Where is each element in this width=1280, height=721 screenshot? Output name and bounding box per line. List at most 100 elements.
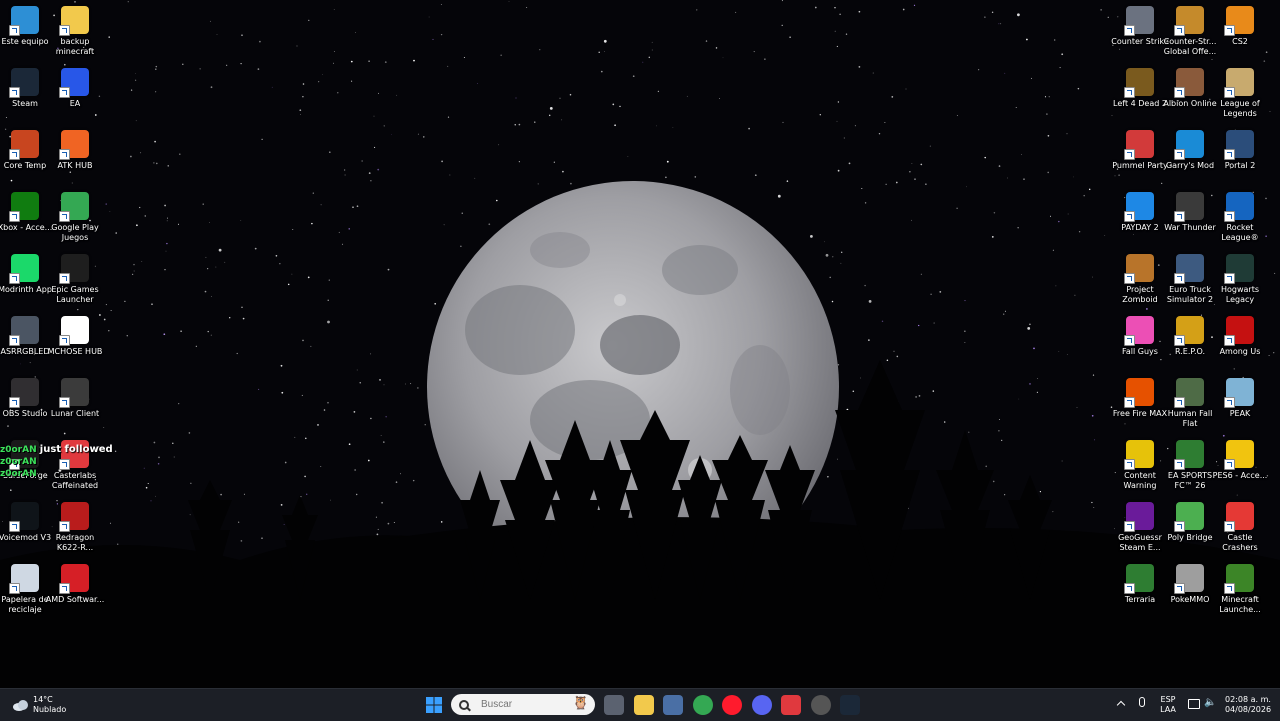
- star: [915, 396, 917, 398]
- desktop-icon[interactable]: MCHOSE HUB: [48, 312, 102, 357]
- desktop-icon[interactable]: PAYDAY 2: [1115, 188, 1165, 233]
- clock[interactable]: 02:08 a. m. 04/08/2026: [1222, 695, 1274, 715]
- desktop-icon[interactable]: Xbox - Acce...: [0, 188, 52, 233]
- desktop-icon-label: CS2: [1232, 37, 1248, 46]
- desktop-icon[interactable]: EA: [50, 64, 100, 109]
- desktop-icon[interactable]: Google Play Juegos: [50, 188, 100, 243]
- star: [20, 363, 22, 365]
- star: [383, 441, 385, 443]
- desktop-icon[interactable]: Human Fall Flat: [1165, 374, 1215, 429]
- star: [861, 187, 863, 190]
- desktop-icon[interactable]: AMD Softwar...: [46, 560, 104, 605]
- desktop-icon[interactable]: Terraria: [1115, 560, 1165, 605]
- desktop-icon[interactable]: OBS Studio: [0, 374, 50, 419]
- network-icon[interactable]: [1188, 699, 1200, 709]
- settings-gear-icon[interactable]: [663, 695, 683, 715]
- desktop-icon[interactable]: Voicemod V3: [0, 498, 51, 543]
- desktop-icon[interactable]: Portal 2: [1215, 126, 1265, 171]
- star: [294, 436, 296, 438]
- desktop-icon[interactable]: Core Temp: [0, 126, 50, 171]
- star: [103, 318, 106, 321]
- desktop-icon[interactable]: Modrinth App: [0, 250, 52, 295]
- desktop-icon[interactable]: Free Fire MAX: [1113, 374, 1167, 419]
- star: [103, 427, 105, 428]
- desktop-icon[interactable]: Steam: [0, 64, 50, 109]
- star: [447, 65, 449, 67]
- casterlabs-icon[interactable]: [781, 695, 801, 715]
- desktop-icon[interactable]: War Thunder: [1164, 188, 1216, 233]
- desktop-icon[interactable]: Hogwarts Legacy: [1215, 250, 1265, 305]
- star: [929, 145, 931, 147]
- obs-icon[interactable]: [810, 695, 831, 715]
- desktop-icon[interactable]: CS2: [1215, 2, 1265, 47]
- desktop-icon[interactable]: EA SPORTS FC™ 26: [1165, 436, 1215, 491]
- task-view-icon[interactable]: [604, 695, 624, 715]
- desktop-icon[interactable]: Fall Guys: [1115, 312, 1165, 357]
- star: [211, 296, 212, 297]
- desktop-icon[interactable]: ATK HUB: [50, 126, 100, 171]
- star: [1047, 171, 1050, 174]
- star: [858, 10, 861, 13]
- desktop-icon[interactable]: Among Us: [1215, 312, 1265, 357]
- star: [428, 16, 430, 18]
- desktop-icon[interactable]: Albion Online: [1163, 64, 1217, 109]
- star: [666, 160, 669, 163]
- desktop-icon[interactable]: Euro Truck Simulator 2: [1165, 250, 1215, 305]
- desktop-icon[interactable]: Poly Bridge: [1165, 498, 1215, 543]
- star: [672, 126, 674, 128]
- desktop-icon[interactable]: League of Legends: [1215, 64, 1265, 119]
- desktop-icon[interactable]: R.E.P.O.: [1165, 312, 1215, 357]
- windows-start-icon[interactable]: [424, 695, 444, 715]
- chrome-icon[interactable]: [692, 695, 713, 715]
- desktop-icon[interactable]: Counter Strike: [1111, 2, 1169, 47]
- steam-icon[interactable]: [840, 695, 860, 715]
- desktop-icon[interactable]: Redragon K622-R...: [50, 498, 100, 553]
- desktop-icon[interactable]: Rocket League®: [1215, 188, 1265, 243]
- desktop-icon[interactable]: PES6 - Acce...: [1213, 436, 1267, 481]
- star: [166, 220, 168, 222]
- desktop-icon[interactable]: Counter-Str... Global Offe...: [1164, 2, 1216, 57]
- file-explorer-icon[interactable]: [633, 695, 654, 715]
- star: [1027, 327, 1031, 330]
- desktop-icon[interactable]: Epic Games Launcher: [50, 250, 100, 305]
- language-indicator[interactable]: ESP LAA: [1156, 695, 1180, 715]
- rocket-league-icon: [1224, 192, 1254, 222]
- tray-overflow-chevron-icon[interactable]: [1116, 698, 1126, 710]
- microphone-icon[interactable]: [1138, 697, 1146, 711]
- desktop-icon[interactable]: PokeMMO: [1165, 560, 1215, 605]
- star: [1052, 249, 1054, 251]
- star: [1160, 358, 1162, 361]
- desktop-icon[interactable]: ASRRGBLED: [0, 312, 50, 357]
- desktop-icon[interactable]: Content Warning: [1115, 436, 1165, 491]
- star: [984, 16, 986, 18]
- star: [94, 114, 97, 116]
- desktop-icon[interactable]: PEAK: [1215, 374, 1265, 419]
- star: [1072, 176, 1074, 178]
- opera-icon[interactable]: [722, 695, 742, 715]
- desktop-icon[interactable]: Lunar Client: [50, 374, 100, 419]
- star: [604, 51, 605, 52]
- desktop-icon[interactable]: Project Zomboid: [1115, 250, 1165, 305]
- desktop-icon[interactable]: Left 4 Dead 2: [1113, 64, 1167, 109]
- desktop-icon[interactable]: Minecraft Launche...: [1215, 560, 1265, 615]
- star: [69, 171, 72, 173]
- desktop-icon[interactable]: Castle Crashers: [1215, 498, 1265, 553]
- star: [209, 20, 211, 22]
- search-input[interactable]: [479, 698, 563, 711]
- star: [310, 345, 312, 347]
- volume-icon[interactable]: 🔈: [1204, 697, 1216, 709]
- shortcut-arrow-icon: [1124, 459, 1135, 470]
- discord-icon[interactable]: [751, 695, 772, 715]
- desktop-icon[interactable]: Papelera de reciclaje: [0, 560, 50, 615]
- star: [627, 156, 629, 157]
- desktop-icon[interactable]: Garry's Mod: [1165, 126, 1215, 171]
- star: [155, 68, 157, 70]
- star: [320, 465, 322, 467]
- taskbar-search[interactable]: 🦉: [451, 694, 595, 715]
- desktop-icon[interactable]: GeoGuessr Steam E...: [1115, 498, 1165, 553]
- shortcut-arrow-icon: [59, 25, 70, 36]
- desktop-icon[interactable]: Pummel Party: [1112, 126, 1168, 171]
- desktop-icon[interactable]: backup minecraft: [50, 2, 100, 57]
- weather-widget[interactable]: 14°C Nublado: [10, 693, 80, 717]
- desktop-icon[interactable]: Este equipo: [0, 2, 50, 47]
